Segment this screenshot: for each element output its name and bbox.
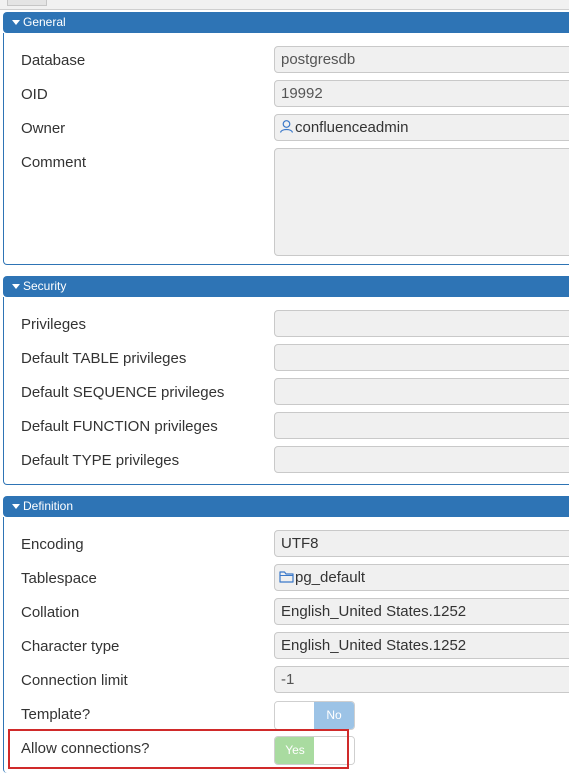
- section-header-definition[interactable]: Definition: [3, 496, 569, 517]
- encoding-select[interactable]: UTF8: [274, 530, 569, 557]
- owner-label: Owner: [21, 120, 66, 137]
- privileges-field[interactable]: [274, 310, 569, 337]
- database-value: postgresdb: [281, 51, 356, 68]
- collation-label: Collation: [21, 604, 80, 621]
- oid-value: 19992: [281, 85, 323, 102]
- default-type-privileges-field[interactable]: [274, 446, 569, 473]
- tablespace-value: pg_default: [295, 569, 366, 586]
- top-toolbar-strip: [0, 0, 569, 10]
- caret-down-icon: [12, 283, 20, 289]
- caret-down-icon: [12, 503, 20, 509]
- template-toggle-state: No: [314, 702, 354, 729]
- section-header-general[interactable]: General: [3, 12, 569, 33]
- collation-select[interactable]: English_United States.1252: [274, 598, 569, 625]
- default-table-privileges-field[interactable]: [274, 344, 569, 371]
- character-type-select[interactable]: English_United States.1252: [274, 632, 569, 659]
- owner-field[interactable]: confluenceadmin: [274, 114, 569, 141]
- default-function-privileges-field[interactable]: [274, 412, 569, 439]
- comment-textarea[interactable]: [274, 148, 569, 256]
- encoding-value: UTF8: [281, 535, 319, 552]
- default-sequence-privileges-field[interactable]: [274, 378, 569, 405]
- database-field[interactable]: postgresdb: [274, 46, 569, 73]
- template-label: Template?: [21, 706, 91, 723]
- section-header-security[interactable]: Security: [3, 276, 569, 297]
- template-toggle[interactable]: No: [274, 701, 355, 730]
- collation-value: English_United States.1252: [281, 603, 467, 620]
- folder-icon: [279, 566, 294, 590]
- tablespace-select[interactable]: pg_default: [274, 564, 569, 591]
- default-table-privileges-label: Default TABLE privileges: [21, 350, 187, 367]
- user-icon: [279, 116, 294, 140]
- owner-value: confluenceadmin: [295, 119, 409, 136]
- tablespace-label: Tablespace: [21, 570, 97, 587]
- oid-label: OID: [21, 86, 48, 103]
- section-title-general: General: [23, 15, 66, 29]
- connection-limit-value: -1: [281, 671, 295, 688]
- comment-label: Comment: [21, 154, 87, 171]
- oid-field[interactable]: 19992: [274, 80, 569, 107]
- connection-limit-label: Connection limit: [21, 672, 128, 689]
- section-title-security: Security: [23, 279, 67, 293]
- toolbar-tab[interactable]: [7, 0, 47, 6]
- default-sequence-privileges-label: Default SEQUENCE privileges: [21, 384, 225, 401]
- toggle-knob: [275, 702, 315, 729]
- privileges-label: Privileges: [21, 316, 87, 333]
- section-title-definition: Definition: [23, 499, 74, 513]
- connection-limit-field[interactable]: -1: [274, 666, 569, 693]
- default-type-privileges-label: Default TYPE privileges: [21, 452, 180, 469]
- caret-down-icon: [12, 19, 20, 25]
- encoding-label: Encoding: [21, 536, 84, 553]
- highlight-annotation-box: [8, 729, 349, 769]
- character-type-value: English_United States.1252: [281, 637, 467, 654]
- database-label: Database: [21, 52, 86, 69]
- default-function-privileges-label: Default FUNCTION privileges: [21, 418, 218, 435]
- character-type-label: Character type: [21, 638, 120, 655]
